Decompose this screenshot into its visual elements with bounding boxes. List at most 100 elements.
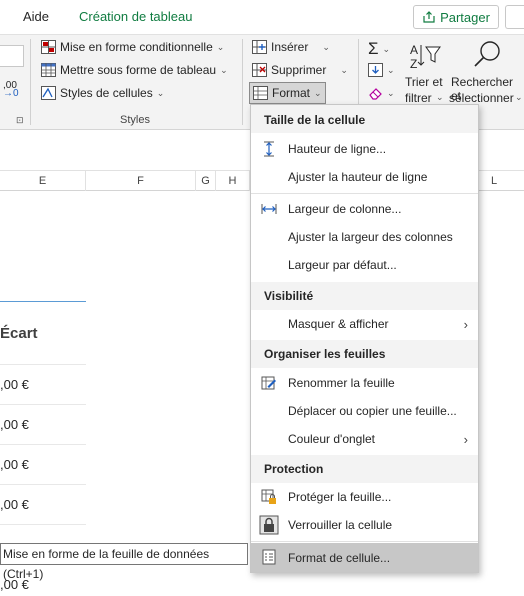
menu-item-lock-cell[interactable]: Verrouiller la cellule bbox=[251, 511, 478, 539]
cell-styles-icon bbox=[41, 86, 56, 100]
insert-cells-icon bbox=[252, 40, 267, 54]
cell-styles-button[interactable]: Styles de cellules ⌄ bbox=[41, 86, 164, 100]
section-title-protection: Protection bbox=[264, 462, 324, 476]
chevron-down-icon: ⌄ bbox=[216, 41, 225, 52]
section-title-organize-sheets: Organiser les feuilles bbox=[264, 347, 386, 361]
table-border bbox=[0, 301, 86, 302]
menu-item-tab-color[interactable]: Couleur d'onglet › bbox=[251, 425, 478, 453]
protect-sheet-icon bbox=[261, 489, 276, 504]
cell-styles-label: Styles de cellules bbox=[60, 86, 153, 100]
row-divider bbox=[0, 364, 86, 365]
table-cell[interactable]: ,00 € bbox=[0, 457, 29, 472]
column-width-icon bbox=[261, 204, 277, 214]
delete-cells-icon bbox=[252, 63, 267, 77]
menu-item-protect-sheet[interactable]: Protéger la feuille... bbox=[251, 483, 478, 511]
tooltip: Mise en forme de la feuille de données (… bbox=[0, 543, 248, 581]
format-as-table-icon bbox=[41, 63, 56, 77]
share-label: Partager bbox=[440, 9, 490, 25]
group-separator bbox=[30, 39, 31, 125]
menu-item-rename-sheet[interactable]: Renommer la feuille bbox=[251, 369, 478, 397]
share-icon bbox=[423, 11, 435, 23]
menu-separator bbox=[251, 193, 478, 194]
row-divider bbox=[0, 444, 86, 445]
chevron-down-icon: ⌄ bbox=[436, 92, 444, 102]
row-divider bbox=[0, 404, 86, 405]
format-as-table-button[interactable]: Mettre sous forme de tableau ⌄ bbox=[41, 63, 228, 77]
insert-button[interactable]: Insérer ⌄ bbox=[252, 40, 330, 54]
row-divider bbox=[0, 484, 86, 485]
tab-table-design[interactable]: Création de tableau bbox=[79, 9, 192, 24]
table-cell[interactable]: ,00 € bbox=[0, 417, 29, 432]
dialog-launcher-icon[interactable]: ⊡ bbox=[16, 115, 24, 126]
column-header-e[interactable]: E bbox=[0, 171, 86, 191]
column-width-label: Largeur de colonne... bbox=[288, 202, 402, 216]
delete-button[interactable]: Supprimer ⌄ bbox=[252, 63, 348, 77]
row-height-icon bbox=[264, 141, 274, 157]
chevron-down-icon: ⌄ bbox=[382, 43, 391, 54]
table-cell[interactable]: ,00 € bbox=[0, 497, 29, 512]
chevron-right-icon: › bbox=[463, 431, 468, 447]
format-label: Format bbox=[272, 86, 311, 100]
chevron-down-icon: ⌄ bbox=[387, 64, 395, 75]
insert-label: Insérer bbox=[271, 40, 309, 54]
chevron-down-icon: ⌄ bbox=[220, 64, 228, 75]
tab-help[interactable]: Aide bbox=[23, 9, 49, 24]
menu-item-hide-show[interactable]: Masquer & afficher › bbox=[251, 310, 478, 338]
eraser-icon bbox=[369, 88, 382, 100]
format-cells-icon bbox=[262, 549, 276, 565]
column-header-g[interactable]: G bbox=[196, 171, 216, 191]
table-cell[interactable]: ,00 € bbox=[0, 377, 29, 392]
sigma-icon: Σ bbox=[368, 39, 379, 58]
svg-text:Z: Z bbox=[410, 57, 417, 71]
rename-sheet-label: Renommer la feuille bbox=[288, 376, 395, 390]
menu-item-move-copy-sheet[interactable]: Déplacer ou copier une feuille... bbox=[251, 397, 478, 425]
fill-button[interactable]: ⌄ bbox=[368, 63, 395, 77]
conditional-formatting-button[interactable]: Mise en forme conditionnelle ⌄ bbox=[41, 40, 224, 54]
clear-button[interactable]: ⌄ bbox=[368, 86, 395, 100]
column-header-l[interactable]: L bbox=[479, 171, 509, 191]
menu-item-column-width[interactable]: Largeur de colonne... bbox=[251, 195, 478, 223]
group-separator bbox=[242, 39, 243, 125]
styles-group-label: Styles bbox=[120, 114, 150, 126]
find-select-button[interactable] bbox=[470, 39, 504, 74]
menu-item-autofit-row[interactable]: Ajuster la hauteur de ligne bbox=[251, 163, 478, 191]
fill-down-icon bbox=[368, 63, 383, 77]
tab-color-label: Couleur d'onglet bbox=[288, 432, 376, 446]
ribbon-tab-bar: Aide Création de tableau Partager bbox=[0, 0, 524, 34]
chevron-down-icon: ⌄ bbox=[340, 64, 348, 75]
chevron-down-icon: ⌄ bbox=[322, 41, 330, 52]
chevron-down-icon: ⌄ bbox=[515, 92, 523, 102]
format-cells-icon bbox=[253, 86, 268, 100]
format-cells-label: Format de cellule... bbox=[288, 550, 391, 565]
column-header-h[interactable]: H bbox=[216, 171, 250, 191]
format-button[interactable]: Format ⌄ bbox=[249, 82, 326, 104]
sort-filter-button[interactable]: AZ bbox=[403, 41, 447, 74]
sort-filter-icon: AZ bbox=[410, 43, 441, 71]
menu-separator bbox=[251, 541, 478, 542]
menu-item-format-cells[interactable]: Format de cellule... bbox=[251, 543, 478, 572]
section-title-visibility: Visibilité bbox=[264, 289, 314, 303]
hide-show-label: Masquer & afficher bbox=[288, 317, 389, 331]
menu-item-row-height[interactable]: Hauteur de ligne... bbox=[251, 135, 478, 163]
table-header-cell[interactable]: Écart bbox=[0, 325, 38, 342]
rename-sheet-icon bbox=[261, 376, 276, 390]
more-options-button[interactable] bbox=[505, 5, 524, 29]
menu-item-default-width[interactable]: Largeur par défaut... bbox=[251, 251, 478, 279]
autofit-column-label: Ajuster la largeur des colonnes bbox=[288, 230, 453, 244]
column-header-f[interactable]: F bbox=[86, 171, 196, 191]
chevron-down-icon: ⌄ bbox=[387, 87, 395, 98]
chevron-down-icon: ⌄ bbox=[314, 87, 322, 98]
svg-text:A: A bbox=[410, 43, 418, 57]
move-copy-sheet-label: Déplacer ou copier une feuille... bbox=[288, 404, 457, 418]
sort-filter-label-1: Trier et bbox=[405, 75, 443, 89]
menu-item-autofit-column[interactable]: Ajuster la largeur des colonnes bbox=[251, 223, 478, 251]
number-format-dropdown[interactable] bbox=[0, 45, 24, 67]
autosum-button[interactable]: Σ ⌄ bbox=[368, 39, 390, 59]
conditional-formatting-label: Mise en forme conditionnelle bbox=[60, 40, 213, 54]
autofit-row-label: Ajuster la hauteur de ligne bbox=[288, 170, 428, 184]
sort-filter-label-2: filtrer bbox=[405, 91, 432, 105]
decrease-decimal-icon[interactable]: →0 bbox=[3, 88, 19, 99]
search-icon bbox=[474, 41, 500, 67]
conditional-formatting-icon bbox=[41, 40, 56, 54]
share-button[interactable]: Partager bbox=[413, 5, 499, 29]
